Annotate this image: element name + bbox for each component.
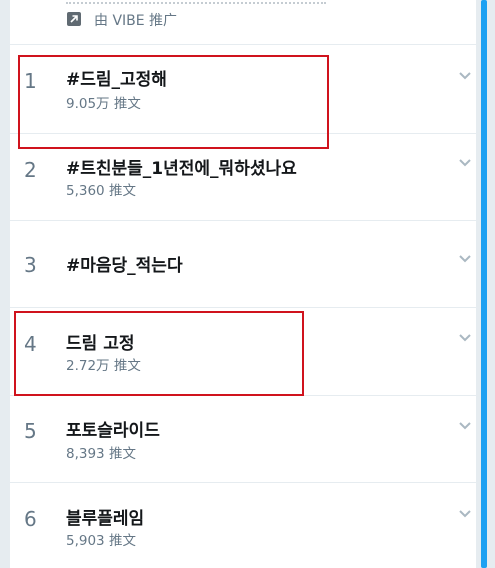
- promoted-arrow-icon: [67, 12, 81, 26]
- trend-row-3[interactable]: 3 #마음당_적는다: [10, 221, 476, 308]
- chevron-down-icon[interactable]: [458, 333, 472, 343]
- promoted-trend[interactable]: 由 VIBE 推广: [10, 0, 476, 45]
- trend-tweet-count: 5,903 推文: [66, 533, 136, 549]
- promoted-by-label: 由 VIBE 推广: [94, 13, 178, 29]
- trend-rank: 3: [24, 253, 37, 277]
- chevron-down-icon[interactable]: [458, 421, 472, 431]
- highlight-box-trend-1: [18, 55, 329, 149]
- chevron-down-icon[interactable]: [458, 158, 472, 168]
- chevron-down-icon[interactable]: [458, 254, 472, 264]
- trend-row-5[interactable]: 5 포토슬라이드 8,393 推文: [10, 396, 476, 483]
- trend-rank: 6: [24, 507, 37, 531]
- trend-tweet-count: 8,393 推文: [66, 446, 136, 462]
- trend-rank: 2: [24, 158, 37, 182]
- trend-row-6[interactable]: 6 블루플레임 5,903 推文: [10, 483, 476, 568]
- trend-rank: 5: [24, 419, 37, 443]
- highlight-box-trend-4: [14, 311, 304, 396]
- trend-title: #트친분들_1년전에_뭐하셨나요: [66, 159, 297, 179]
- trend-title: 블루플레임: [66, 509, 145, 529]
- chevron-down-icon[interactable]: [458, 71, 472, 81]
- cropped-promoted-title: [66, 0, 326, 4]
- trend-title: #마음당_적는다: [66, 256, 183, 276]
- chevron-down-icon[interactable]: [458, 509, 472, 519]
- scrollbar[interactable]: [481, 0, 487, 568]
- trend-tweet-count: 5,360 推文: [66, 183, 136, 199]
- trend-title: 포토슬라이드: [66, 421, 160, 441]
